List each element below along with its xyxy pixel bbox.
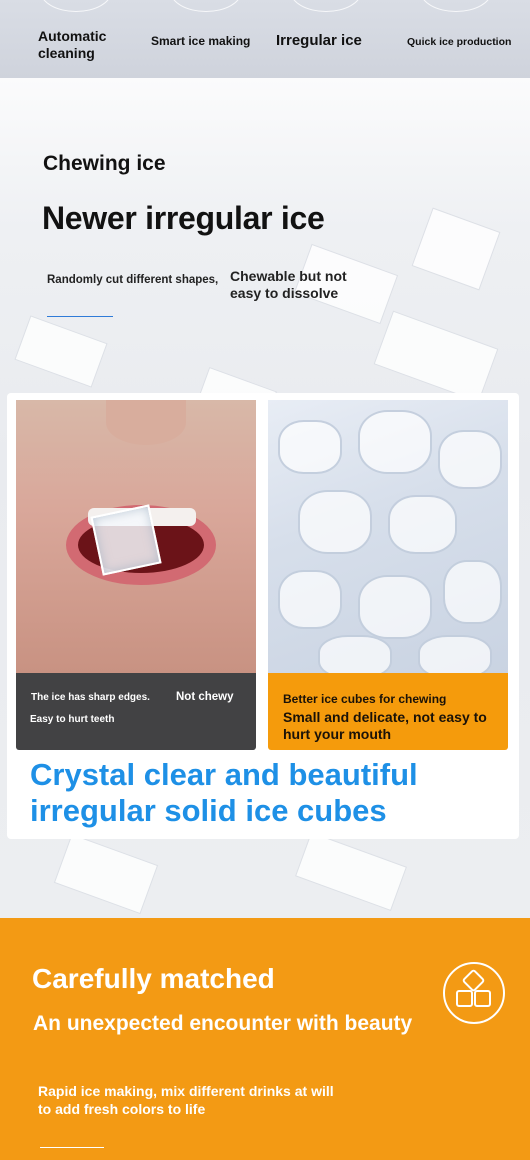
benefit-chewing: Better ice cubes for chewing — [283, 692, 447, 706]
ice-chunk — [318, 635, 392, 674]
section-title: Newer irregular ice — [42, 200, 325, 236]
crystal-headline: Crystal clear and beautiful irregular so… — [30, 757, 418, 828]
ice-background-shard — [53, 833, 159, 915]
feature-irregular-ice: Irregular ice — [276, 32, 362, 49]
crushed-ice-photo — [268, 400, 508, 674]
matched-section: Carefully matched An unexpected encounte… — [0, 918, 530, 1160]
ice-chunk — [278, 420, 342, 474]
comparison-card: The ice has sharp edges. Not chewy Easy … — [7, 393, 519, 839]
feature-automatic-cleaning: Automatic cleaning — [38, 28, 107, 61]
drawback-not-chewy: Not chewy — [176, 691, 234, 703]
drawback-band: The ice has sharp edges. Not chewy Easy … — [16, 673, 256, 750]
ice-cube-shape — [90, 504, 162, 576]
decorative-bubble — [290, 0, 362, 12]
feature-point-shapes: Randomly cut different shapes, — [47, 274, 219, 286]
matched-description: Rapid ice making, mix different drinks a… — [38, 1083, 334, 1117]
ice-chunk — [388, 495, 457, 554]
ice-chunk — [358, 575, 432, 639]
ice-background-shard — [14, 315, 108, 388]
feature-bar: Automatic cleaning Smart ice making Irre… — [0, 0, 530, 78]
ice-chunk — [358, 410, 432, 474]
ice-chunk — [298, 490, 372, 554]
benefit-small-delicate: Small and delicate, not easy to hurt you… — [283, 709, 487, 742]
nose-shape — [106, 400, 186, 445]
feature-point-chewable: Chewable but not easy to dissolve — [230, 268, 347, 301]
feature-smart-ice-making: Smart ice making — [151, 34, 251, 48]
ice-background-shard — [373, 310, 499, 403]
decorative-underline — [40, 1147, 104, 1148]
ice-chunk — [278, 570, 342, 629]
section-subtitle: Chewing ice — [43, 152, 166, 175]
ice-background-shard — [411, 207, 501, 291]
decorative-bubble — [420, 0, 492, 12]
ice-chunk — [438, 430, 502, 489]
benefit-band: Better ice cubes for chewing Small and d… — [268, 673, 508, 750]
drawback-hurt-teeth: Easy to hurt teeth — [30, 714, 115, 725]
drawback-sharp-edges: The ice has sharp edges. — [31, 692, 150, 703]
decorative-bubble — [170, 0, 242, 12]
feature-quick-ice-production: Quick ice production — [407, 36, 512, 48]
ice-background-shard — [295, 831, 407, 912]
matched-title: Carefully matched — [32, 963, 275, 994]
ice-chunk — [418, 635, 492, 674]
matched-subtitle: An unexpected encounter with beauty — [33, 1012, 413, 1035]
ice-cubes-icon — [443, 962, 505, 1024]
ice-chunk — [443, 560, 502, 624]
decorative-underline — [47, 316, 113, 317]
sharp-ice-photo — [16, 400, 256, 674]
decorative-bubble — [40, 0, 112, 12]
